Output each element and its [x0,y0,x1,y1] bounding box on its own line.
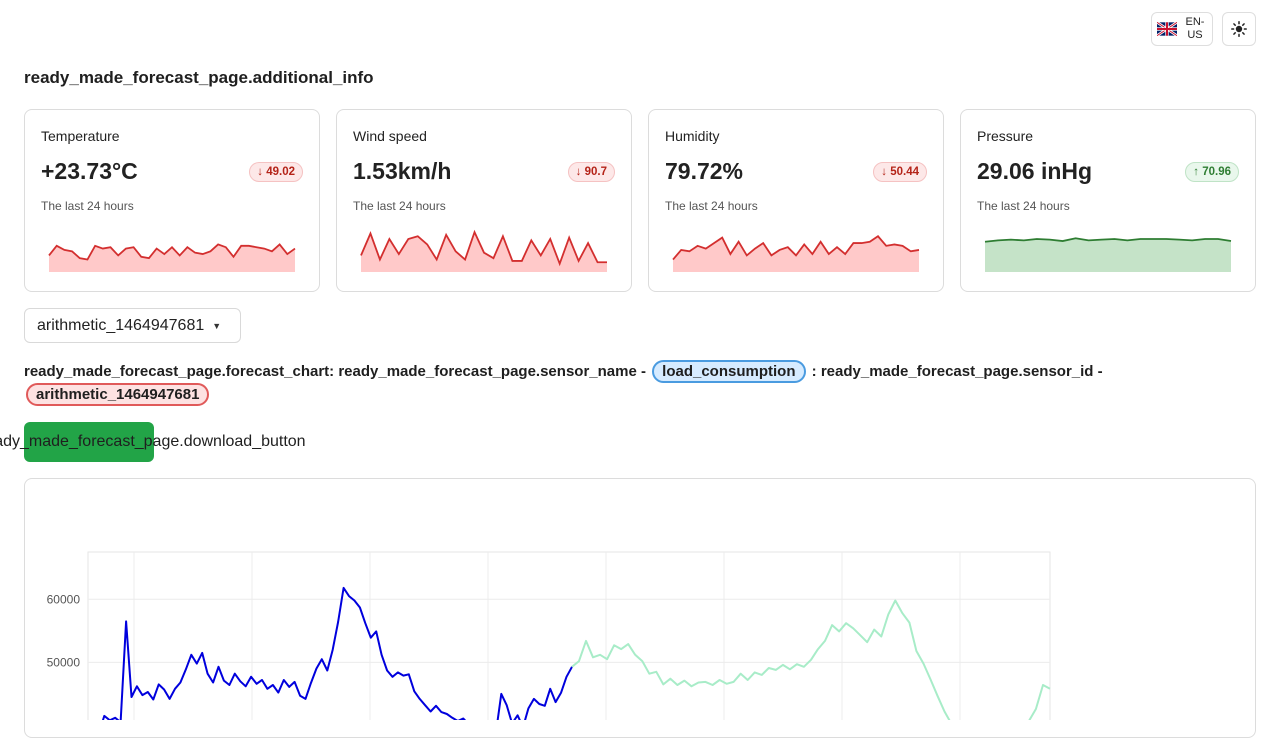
metric-cards: Temperature +23.73°C ↓ 49.02 The last 24… [24,109,1256,292]
y-tick-label: 60000 [47,592,81,606]
sparkline [984,237,1232,272]
sensor-name-badge: load_consumption [652,360,806,383]
uk-flag-icon [1157,22,1177,36]
language-selector[interactable]: EN-US [1151,12,1213,46]
forecast-chart: 600005000040000 [47,551,1051,720]
forecast-series-line [571,599,1051,720]
chart-heading-middle: : ready_made_forecast_page.sensor_id - [811,363,1103,380]
sparkline [360,229,607,272]
card-subtitle: The last 24 hours [41,199,134,213]
wind-speed-card: Wind speed 1.53km/h ↓ 90.7 The last 24 h… [336,109,632,292]
delta-badge: ↓ 50.44 [873,162,927,182]
card-title: Temperature [41,128,120,144]
download-button-label: ready_made_forecast_page.download_button [0,433,306,450]
y-tick-label: 50000 [47,655,81,669]
humidity-card: Humidity 79.72% ↓ 50.44 The last 24 hour… [648,109,944,292]
delta-badge: ↑ 70.96 [1185,162,1239,182]
delta-badge: ↓ 90.7 [567,162,615,182]
sensor-select-value: arithmetic_1464947681 [37,316,205,334]
caret-down-icon: ▼ [212,320,222,331]
actual-series-line [101,586,573,720]
sparkline [48,243,296,272]
card-title: Wind speed [353,128,427,144]
card-subtitle: The last 24 hours [353,199,446,213]
sparkline [672,235,920,272]
sparkline-area [985,238,1231,272]
card-value: 79.72% [665,158,744,184]
page-heading: ready_made_forecast_page.additional_info [24,68,374,87]
top-controls: EN-US [1151,12,1256,46]
card-title: Humidity [665,128,720,144]
forecast-chart-heading: ready_made_forecast_page.forecast_chart:… [24,360,1184,406]
card-value: 29.06 inHg [977,158,1093,184]
temperature-card: Temperature +23.73°C ↓ 49.02 The last 24… [24,109,320,292]
sensor-select[interactable]: arithmetic_1464947681 ▼ [24,308,241,343]
sparkline-area [49,244,295,272]
card-title: Pressure [977,128,1034,144]
card-value: 1.53km/h [353,158,452,184]
language-label: EN-US [1185,16,1205,41]
theme-toggle-button[interactable] [1222,12,1256,46]
plot-frame [87,551,1051,720]
chart-heading-prefix: ready_made_forecast_page.forecast_chart:… [24,363,646,380]
card-subtitle: The last 24 hours [977,199,1070,213]
pressure-card: Pressure 29.06 inHg ↑ 70.96 The last 24 … [960,109,1256,292]
card-subtitle: The last 24 hours [665,199,758,213]
card-value: +23.73°C [41,158,138,184]
sun-icon [1231,21,1247,37]
delta-badge: ↓ 49.02 [249,162,303,182]
sensor-id-badge: arithmetic_1464947681 [26,383,210,406]
